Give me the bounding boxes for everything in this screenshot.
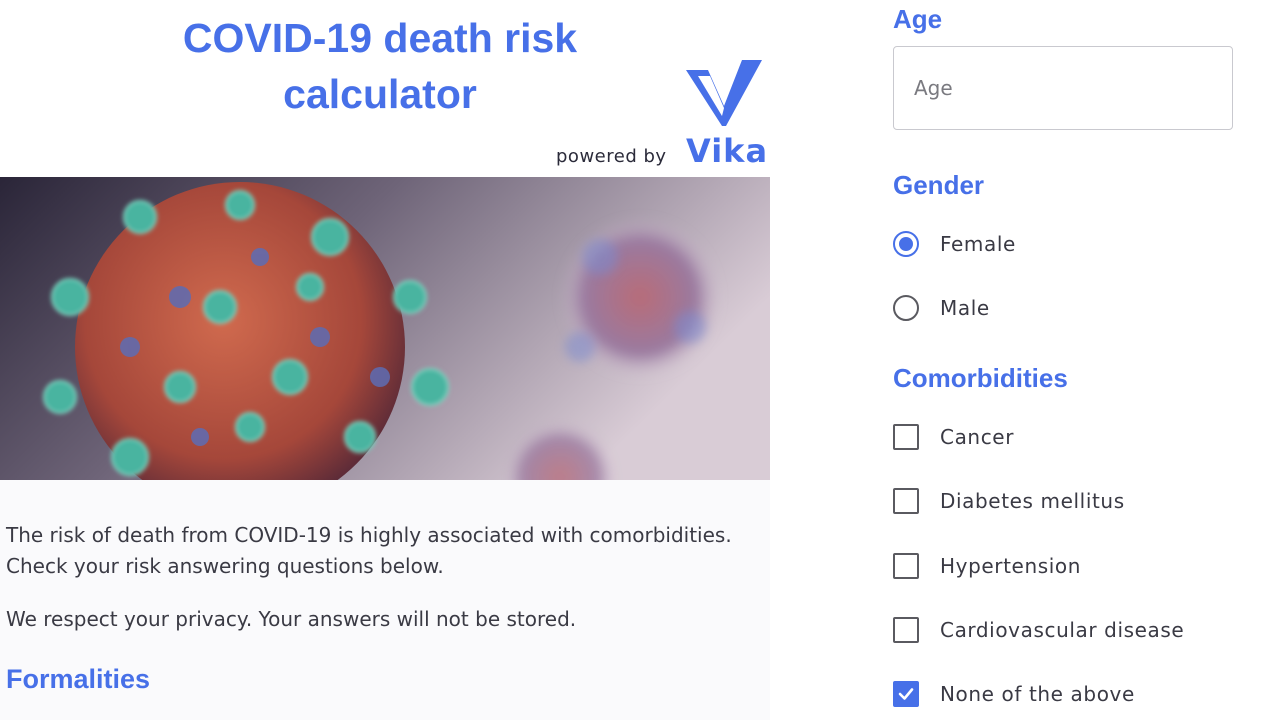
comorbidities-label: Comorbidities [893,363,1068,393]
comorbidity-option-none[interactable]: None of the above [893,677,1135,711]
risk-form: Age Gender Female Male Comorbidities Can… [893,0,1280,720]
checkbox-checked-icon[interactable] [893,681,919,707]
age-input[interactable] [893,46,1233,130]
powered-by-text: powered by [556,146,667,167]
left-panel: COVID-19 death risk calculator powered b… [0,0,770,720]
comorbidity-option-label: Cardiovascular disease [940,618,1185,642]
radio-unselected-icon[interactable] [893,295,919,321]
comorbidity-option-hypertension[interactable]: Hypertension [893,549,1081,583]
coronavirus-hero-image [0,177,770,480]
gender-option-label: Male [940,296,990,320]
gender-label: Gender [893,170,985,200]
formalities-heading: Formalities [6,664,151,694]
comorbidity-option-cardiovascular[interactable]: Cardiovascular disease [893,613,1184,647]
gender-option-female[interactable]: Female [893,227,1016,261]
page-title: COVID-19 death risk calculator [0,10,760,122]
checkmark-icon [898,688,914,700]
checkbox-unchecked-icon[interactable] [893,424,919,450]
comorbidity-option-cancer[interactable]: Cancer [893,420,1014,454]
gender-option-label: Female [940,232,1016,256]
comorbidity-option-label: Diabetes mellitus [940,489,1125,513]
vika-logo-icon [686,60,762,126]
checkbox-unchecked-icon[interactable] [893,617,919,643]
radio-selected-icon[interactable] [893,231,919,257]
title-line-1: COVID-19 death risk [182,15,578,61]
checkbox-unchecked-icon[interactable] [893,553,919,579]
comorbidity-option-label: None of the above [940,682,1135,706]
comorbidity-option-label: Cancer [940,425,1015,449]
intro-description: The risk of death from COVID-19 is highl… [6,523,732,578]
checkbox-unchecked-icon[interactable] [893,488,919,514]
age-label: Age [893,4,943,34]
brand-name: Vika [686,132,769,170]
title-line-2: calculator [283,71,477,117]
comorbidity-option-label: Hypertension [940,554,1082,578]
gender-option-male[interactable]: Male [893,291,990,325]
comorbidity-option-diabetes[interactable]: Diabetes mellitus [893,484,1125,518]
privacy-notice: We respect your privacy. Your answers wi… [6,607,577,631]
